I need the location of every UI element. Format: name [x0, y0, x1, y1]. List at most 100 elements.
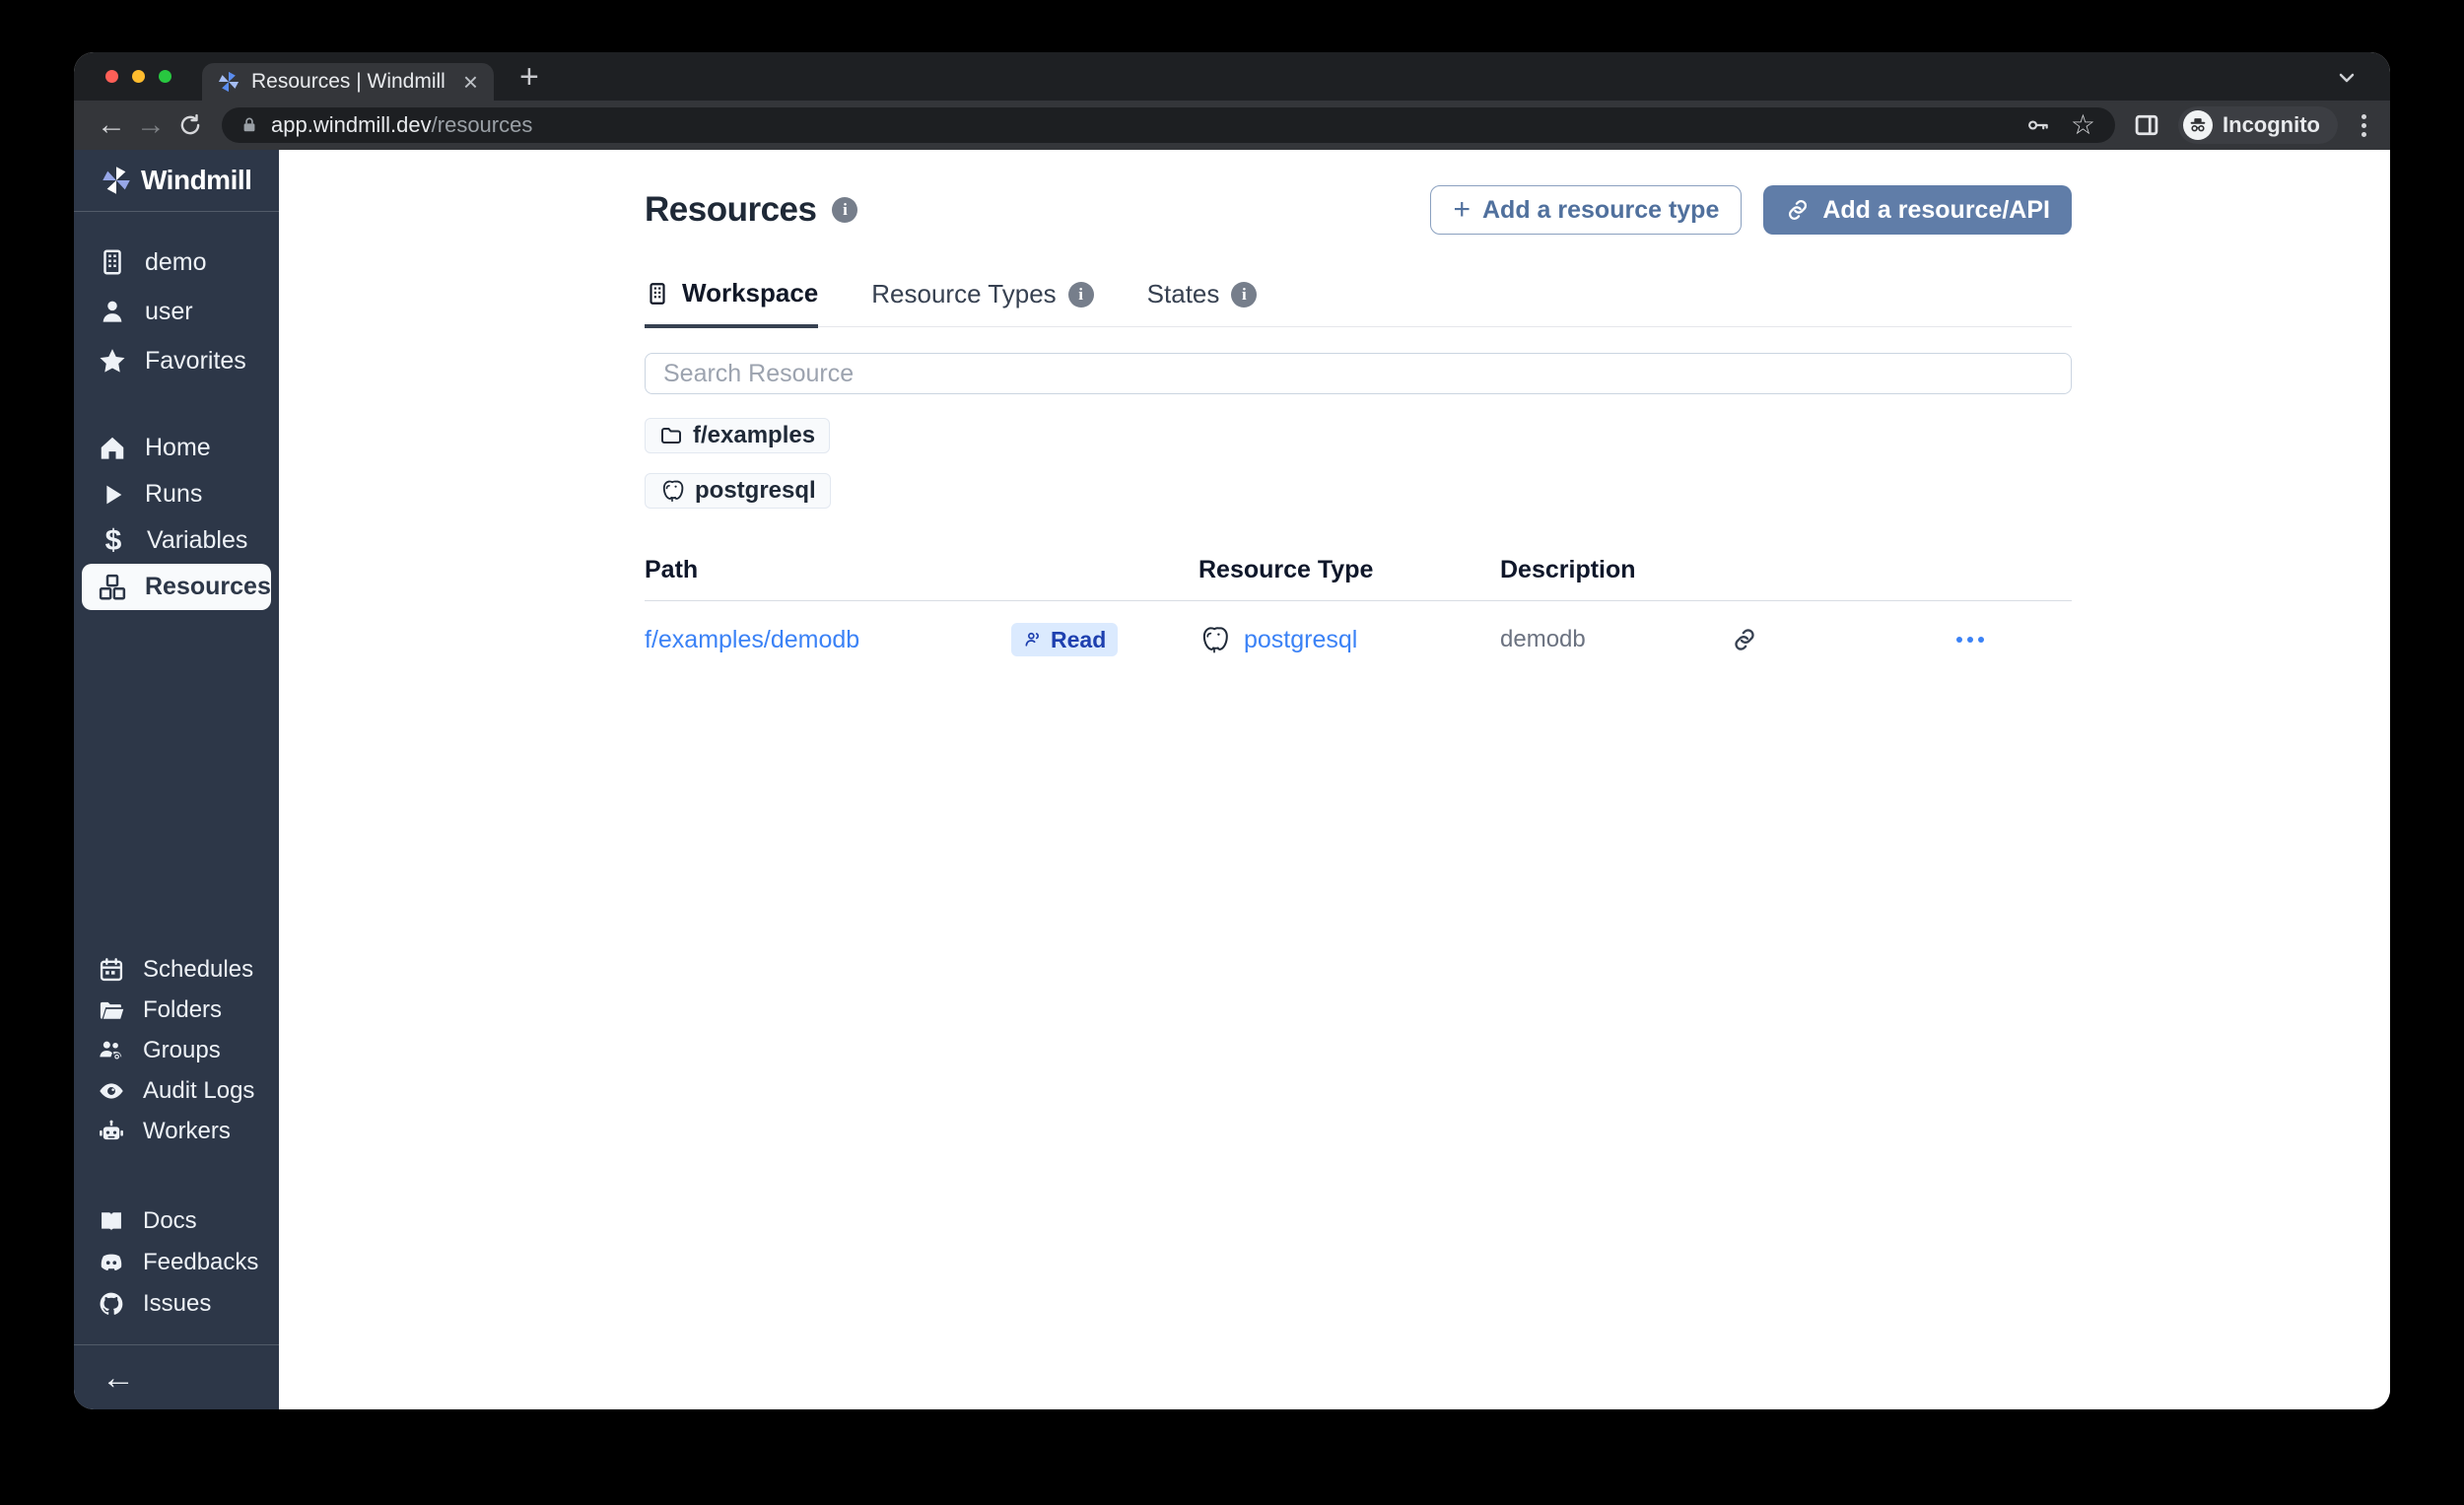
info-icon[interactable]: i — [832, 197, 857, 223]
sidebar-item-label: Workers — [143, 1118, 231, 1145]
page-title: Resources — [645, 190, 816, 230]
reload-icon[interactable] — [171, 112, 210, 138]
close-window-button[interactable] — [105, 70, 118, 83]
sidebar-item-label: user — [145, 298, 193, 326]
sidebar-item-label: demo — [145, 248, 207, 277]
filter-chip-postgresql[interactable]: postgresql — [645, 473, 831, 509]
sidebar-item-label: Runs — [145, 480, 202, 509]
github-icon — [98, 1290, 125, 1318]
row-menu-icon[interactable] — [1956, 637, 2072, 643]
sidebar-divider — [74, 211, 279, 212]
groups-icon — [98, 1037, 125, 1064]
lock-icon — [240, 115, 259, 135]
tab-strip: Resources | Windmill × + — [74, 52, 2390, 101]
tabs: Workspace Resource Types i States i — [645, 278, 2072, 327]
windmill-brand[interactable]: Windmill — [74, 150, 279, 211]
sidebar-item-workspace-demo[interactable]: demo — [82, 238, 271, 287]
incognito-icon — [2183, 110, 2213, 140]
forward-icon[interactable]: → — [131, 110, 171, 140]
cubes-icon — [98, 573, 127, 602]
windmill-logo-icon — [102, 166, 131, 195]
user-icon — [98, 297, 127, 326]
sidebar-item-feedbacks[interactable]: Feedbacks — [82, 1242, 271, 1283]
sidebar-item-variables[interactable]: $ Variables — [82, 517, 271, 564]
side-panel-icon[interactable] — [2133, 111, 2160, 139]
sidebar-footer: ← — [74, 1344, 279, 1409]
browser-tab[interactable]: Resources | Windmill × — [202, 63, 494, 101]
link-icon[interactable] — [1731, 626, 1758, 653]
sidebar-item-docs[interactable]: Docs — [82, 1200, 271, 1242]
add-resource-api-button[interactable]: Add a resource/API — [1763, 185, 2072, 235]
info-icon[interactable]: i — [1231, 282, 1257, 308]
sidebar-item-label: Feedbacks — [143, 1249, 258, 1276]
tab-label: Resource Types — [871, 279, 1056, 309]
sidebar-item-audit-logs[interactable]: Audit Logs — [82, 1070, 271, 1111]
postgresql-icon — [659, 478, 685, 504]
chevron-down-icon[interactable] — [2335, 66, 2359, 90]
resource-description: demodb — [1500, 626, 1731, 653]
toolbar-right: Incognito — [2133, 106, 2372, 144]
sidebar-item-groups[interactable]: Groups — [82, 1030, 271, 1070]
incognito-badge[interactable]: Incognito — [2178, 106, 2338, 144]
sidebar-item-resources[interactable]: Resources — [82, 564, 271, 610]
sidebar-item-schedules[interactable]: Schedules — [82, 949, 271, 990]
sidebar-item-folders[interactable]: Folders — [82, 990, 271, 1030]
sidebar-item-label: Schedules — [143, 956, 253, 984]
robot-icon — [98, 1118, 125, 1145]
resource-type-link[interactable]: postgresql — [1244, 626, 1357, 654]
sidebar-item-label: Favorites — [145, 347, 246, 376]
sidebar-item-user[interactable]: user — [82, 287, 271, 336]
plus-icon: + — [1453, 195, 1471, 225]
bookmark-star-icon[interactable]: ☆ — [2071, 111, 2095, 139]
main-content: Resources i + Add a resource type — [279, 150, 2390, 1409]
sidebar-item-label: Home — [145, 434, 211, 462]
browser-menu-icon[interactable] — [2356, 114, 2372, 137]
close-tab-icon[interactable]: × — [463, 69, 478, 95]
sidebar-item-label: Issues — [143, 1290, 211, 1318]
sidebar-item-label: Resources — [145, 573, 271, 601]
collapse-sidebar-icon[interactable]: ← — [102, 1361, 135, 1395]
key-icon[interactable] — [2025, 112, 2051, 138]
sidebar-item-workers[interactable]: Workers — [82, 1111, 271, 1151]
play-icon — [98, 480, 127, 510]
link-icon — [1785, 197, 1811, 223]
address-bar[interactable]: app.windmill.dev/resources ☆ — [222, 107, 2115, 143]
sidebar-item-label: Variables — [147, 526, 247, 555]
back-icon[interactable]: ← — [92, 110, 131, 140]
zoom-window-button[interactable] — [159, 70, 171, 83]
windmill-favicon — [218, 71, 240, 93]
building-icon — [645, 281, 670, 307]
folder-open-icon — [98, 996, 125, 1024]
add-resource-type-button[interactable]: + Add a resource type — [1430, 185, 1742, 235]
tab-workspace[interactable]: Workspace — [645, 278, 818, 328]
browser-toolbar: ← → app.windmill.dev/resources ☆ — [74, 101, 2390, 150]
tab-resource-types[interactable]: Resource Types i — [871, 278, 1093, 326]
window-controls — [105, 70, 171, 83]
postgresql-icon — [1198, 624, 1230, 655]
sidebar-item-home[interactable]: Home — [82, 425, 271, 471]
sidebar-item-favorites[interactable]: Favorites — [82, 336, 271, 385]
url-host: app.windmill.dev — [271, 112, 432, 137]
resource-path-link[interactable]: f/examples/demodb — [645, 626, 1011, 654]
home-icon — [98, 434, 127, 463]
sidebar: Windmill demo — [74, 150, 279, 1409]
url-path: /resources — [432, 112, 533, 137]
new-tab-icon[interactable]: + — [519, 60, 539, 94]
building-icon — [98, 247, 127, 277]
sidebar-item-label: Docs — [143, 1207, 197, 1235]
browser-window: Resources | Windmill × + ← → app.windmil… — [74, 52, 2390, 1409]
dollar-icon: $ — [98, 524, 129, 558]
tab-states[interactable]: States i — [1147, 278, 1258, 326]
sidebar-item-runs[interactable]: Runs — [82, 471, 271, 517]
filter-chip-folder[interactable]: f/examples — [645, 418, 830, 453]
permission-badge: Read — [1011, 623, 1118, 656]
table-header: Path Resource Type Description — [645, 556, 2072, 601]
discord-icon — [98, 1249, 125, 1276]
sidebar-item-label: Audit Logs — [143, 1077, 254, 1105]
copy-link-cell — [1731, 626, 1956, 653]
minimize-window-button[interactable] — [132, 70, 145, 83]
resources-table: Path Resource Type Description f/example… — [645, 556, 2072, 678]
info-icon[interactable]: i — [1068, 282, 1094, 308]
sidebar-item-issues[interactable]: Issues — [82, 1283, 271, 1325]
search-input[interactable] — [645, 353, 2072, 394]
